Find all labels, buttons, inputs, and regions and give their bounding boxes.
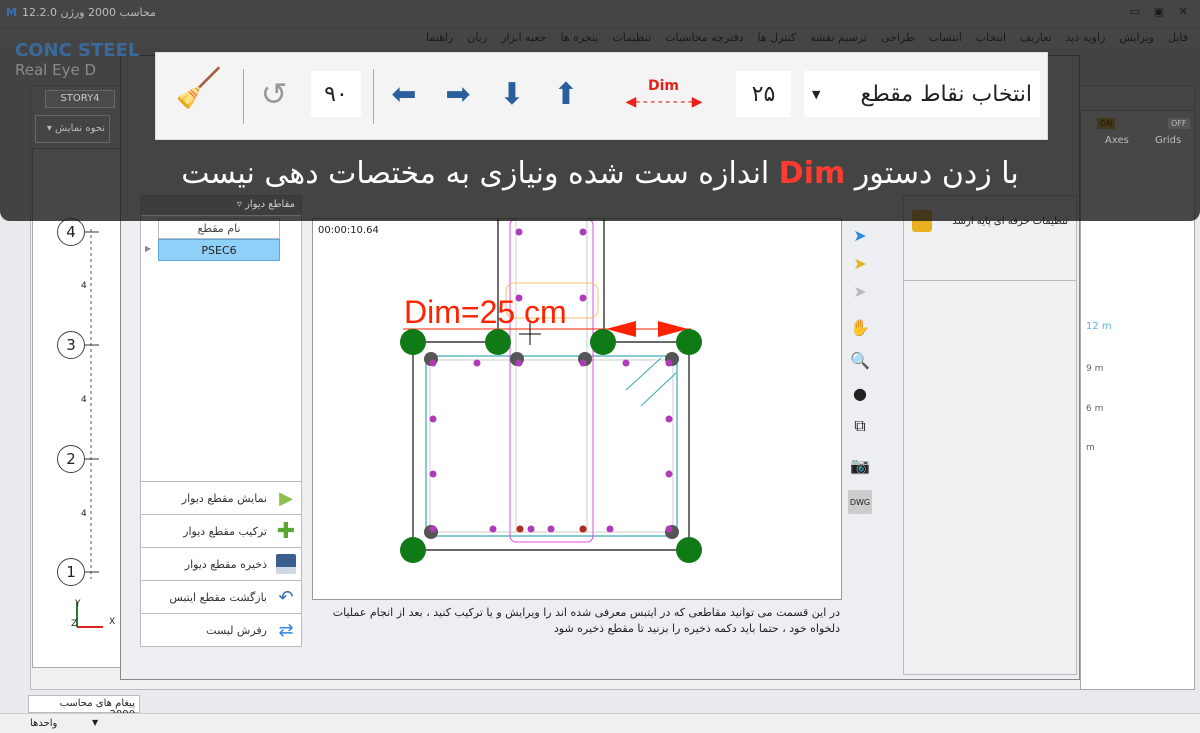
dim-value-input[interactable]: ۲۵ xyxy=(736,71,791,117)
rebar-dot xyxy=(606,525,614,533)
caption-text-1: با زدن دستور xyxy=(854,156,1019,191)
rebar-dot xyxy=(665,525,673,533)
toolbar-popup: 🧹 ↺ ۹۰ ⬅ ➡ ⬇ ⬆ Dim ◀- - - - - - - -▶ ۲۵ … xyxy=(155,52,1048,140)
rebar-dot xyxy=(579,228,587,236)
logo: CONC STEEL Real Eye D xyxy=(15,40,150,80)
stem-rebar-boundary xyxy=(515,218,588,533)
rebar-dot-selected xyxy=(579,525,587,533)
messages-tab[interactable]: پیغام های محاسب 2000 xyxy=(28,695,140,720)
rebar-dot xyxy=(622,359,630,367)
view-mode-label: نحوه نمایش xyxy=(55,123,105,134)
settings-empty-area xyxy=(904,280,1076,674)
rebar-dot xyxy=(665,470,673,478)
rebar-dot-selected xyxy=(516,525,524,533)
rebar-dot xyxy=(527,525,535,533)
drawing-toolbar: ➤ ➤ ➤ ✋ 🔍 ● ⧉ 📷 DWG xyxy=(845,218,875,518)
hatch-line xyxy=(625,357,662,391)
app-icon: M xyxy=(6,6,17,19)
elevation-label: 9 m xyxy=(1086,364,1104,374)
caption-keyword: Dim xyxy=(778,156,846,191)
rebar-dot xyxy=(665,359,673,367)
support-point xyxy=(590,329,616,355)
stem-boundary xyxy=(509,218,594,543)
rebar-dot xyxy=(429,525,437,533)
section-drawing-canvas[interactable]: 00:00:10.64 Dim=25 cm xyxy=(312,218,842,600)
rebar-dot xyxy=(429,470,437,478)
rebar-dot xyxy=(429,359,437,367)
dwg-export-icon[interactable]: DWG xyxy=(848,490,872,514)
grids-toggle[interactable]: OFF xyxy=(1168,118,1190,129)
move-up-icon[interactable]: ⬆ xyxy=(546,71,586,117)
select-yellow-pointer-icon[interactable]: ➤ xyxy=(848,251,872,275)
rebar-dot xyxy=(665,415,673,423)
rebar-dot xyxy=(429,415,437,423)
tab-story4[interactable]: STORY4 xyxy=(45,90,115,108)
separator xyxy=(373,69,374,124)
support-point xyxy=(676,537,702,563)
grids-label: Grids xyxy=(1155,135,1182,146)
support-point xyxy=(400,329,426,355)
camera-icon[interactable]: 📷 xyxy=(848,453,872,477)
mode-select-value: انتخاب نقاط مقطع xyxy=(860,81,1032,107)
view-mode-dropdown[interactable]: نحوه نمایش ▾ xyxy=(35,115,110,143)
axes-label: Axes xyxy=(1105,135,1129,146)
logo-subtitle: Real Eye D xyxy=(15,61,97,79)
mode-select[interactable]: ▼ انتخاب نقاط مقطع xyxy=(804,71,1040,117)
hatch-line xyxy=(640,372,677,407)
elevation-label: 6 m xyxy=(1086,404,1104,414)
rebar-dot xyxy=(515,359,523,367)
rebar-dot xyxy=(515,228,523,236)
dim-tool-button[interactable]: Dim ◀- - - - - - - -▶ xyxy=(601,71,726,117)
separator xyxy=(243,69,244,124)
zoom-extents-icon[interactable]: ● xyxy=(848,381,872,405)
move-down-icon[interactable]: ⬇ xyxy=(492,71,532,117)
rebar-dot xyxy=(489,525,497,533)
clear-brush-icon[interactable]: 🧹 xyxy=(166,65,232,111)
settings-panel: تنظیمات حرفه ای پایه ارشد xyxy=(903,195,1077,675)
logo-text: CONC STEEL xyxy=(15,40,140,61)
move-right-icon[interactable]: ➡ xyxy=(438,71,478,117)
chevron-down-icon: ▼ xyxy=(812,87,821,101)
rebar-dot xyxy=(579,294,587,302)
rebar-dot xyxy=(473,359,481,367)
refresh-icon: ⇄ xyxy=(278,619,294,641)
refresh-list-button[interactable]: رفرش لیست ⇄ xyxy=(141,613,301,646)
rotate-icon[interactable]: ↺ xyxy=(254,71,294,117)
window-title: محاسب 2000 ورژن 12.2.0 xyxy=(22,6,156,19)
panel-header: مقاطع دیوار ▿ xyxy=(141,196,301,216)
rebar-boundary xyxy=(429,359,674,533)
dim-label: Dim=25 cm xyxy=(404,294,567,330)
axis-x-label: X xyxy=(109,617,116,627)
axis-z-label: Z xyxy=(71,619,78,629)
dim-arrow-icon: ◀- - - - - - - -▶ xyxy=(625,94,702,110)
support-point xyxy=(485,329,511,355)
help-description: در این قسمت می توانید مقاطعی که در ایتبس… xyxy=(332,606,840,635)
elevation-label: 12 m xyxy=(1086,321,1112,332)
units-label: واحدها xyxy=(30,718,58,729)
tutorial-caption: با زدن دستور Dim اندازه ست شده ونیازی به… xyxy=(0,156,1200,191)
button-label: رفرش لیست xyxy=(206,623,267,637)
rebar-dot xyxy=(579,359,587,367)
move-left-icon[interactable]: ⬅ xyxy=(384,71,424,117)
panel-title: مقاطع دیوار xyxy=(245,199,295,210)
dim-tool-label: Dim xyxy=(647,78,679,94)
caption-text-2: اندازه ست شده ونیازی به مختصات دهی نیست xyxy=(181,156,770,191)
elevation-label: m xyxy=(1086,443,1095,453)
status-bar: واحدها ▼ xyxy=(0,713,1200,733)
rotation-input[interactable]: ۹۰ xyxy=(311,71,361,117)
outer-boundary xyxy=(412,219,690,551)
support-point xyxy=(400,537,426,563)
rebar-dot xyxy=(547,525,555,533)
inner-boundary xyxy=(425,355,678,537)
select-pointer-icon[interactable]: ➤ xyxy=(848,223,872,247)
zoom-in-out-icon[interactable]: 🔍 xyxy=(848,348,872,372)
select-disabled-icon[interactable]: ➤ xyxy=(848,279,872,303)
pan-icon[interactable]: ✋ xyxy=(848,315,872,339)
zoom-window-icon[interactable]: ⧉ xyxy=(848,414,872,438)
support-point xyxy=(676,329,702,355)
units-dropdown-icon[interactable]: ▼ xyxy=(92,718,98,727)
